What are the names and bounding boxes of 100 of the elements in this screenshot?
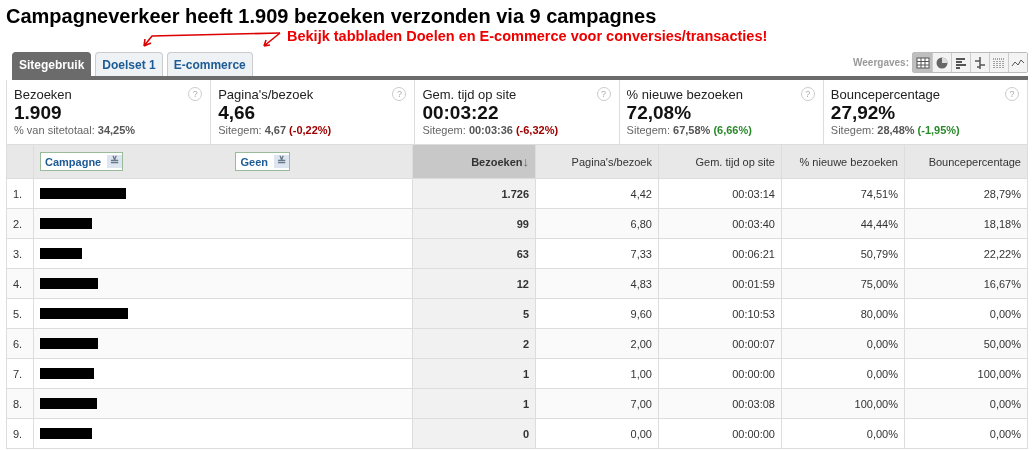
table-cell: 2 [412,328,536,359]
table-cell: 1 [412,388,536,419]
table-cell: 80,00% [781,298,905,329]
column-header[interactable]: % nieuwe bezoeken [781,144,905,179]
table-cell: 22,22% [904,238,1028,269]
metric-label: Bouncepercentage [830,87,940,102]
redacted-bar [40,218,92,229]
annotation-text: Bekijk tabbladen Doelen en E-commerce voor conversies/transacties! [287,28,768,44]
metric-note: Sitegem: 67,58% [626,124,711,136]
metric-value: 1.909 [14,102,63,124]
metric-value: 72,08% [626,102,693,124]
table-cell: 0,00% [781,358,905,389]
metric-change: (-0,22%) [289,124,332,136]
table-cell: 0 [412,418,536,449]
row-number: 7. [6,358,34,389]
table-cell: 63 [412,238,536,269]
metric-value: 27,92% [830,102,897,124]
redacted-bar [40,278,98,289]
table-cell: 0,00% [781,328,905,359]
table-cell: 50,00% [904,328,1028,359]
table-cell: 7,00 [535,388,659,419]
table-cell: 100,00% [781,388,905,419]
row-number: 2. [6,208,34,239]
table-cell: 00:01:59 [658,268,782,299]
row-number: 1. [6,178,34,209]
table-cell: 74,51% [781,178,905,209]
table-cell: 0,00% [904,418,1028,449]
redacted-bar [40,428,92,439]
views-label: Weergaves: [853,57,909,68]
redacted-bar [40,248,82,259]
table-cell: 00:03:08 [658,388,782,419]
table-cell: 75,00% [781,268,905,299]
metric-value: 4,66 [218,102,257,124]
pie-chart-icon [935,56,949,69]
compare-view-button[interactable] [970,53,989,72]
table-cell: 12 [412,268,536,299]
table-cell: 50,79% [781,238,905,269]
table-cell: 1.726 [412,178,536,209]
metric-label: Bezoeken [14,87,72,102]
metric-label: % nieuwe bezoeken [626,87,743,102]
table-cell: 100,00% [904,358,1028,389]
table-cell: 0,00% [904,388,1028,419]
column-header[interactable]: Bouncepercentage [904,144,1028,179]
row-number: 4. [6,268,34,299]
metric-note: % van sitetotaal: 34,25% [14,124,136,136]
metric-change: (-6,32%) [515,124,559,136]
table-cell: 00:03:40 [658,208,782,239]
table-cell: 28,79% [904,178,1028,209]
table-cell: 4,83 [535,268,659,299]
columns-icon [992,56,1006,69]
pie-view-button[interactable] [932,53,951,72]
table-cell: 00:06:21 [658,238,782,269]
table-cell: 5 [412,298,536,329]
metric-label: Gem. tijd op site [422,87,517,102]
redacted-bar [40,398,97,409]
table-cell: 00:00:00 [658,418,782,449]
tab[interactable]: Doelset 1 [95,52,163,76]
table-cell: 99 [412,208,536,239]
trend-view-button[interactable] [1008,53,1027,72]
table-cell: 1,00 [535,358,659,389]
table-cell: 4,42 [535,178,659,209]
column-header[interactable]: Gem. tijd op site [658,144,782,179]
metric-note: Sitegem: 28,48% [830,124,915,136]
row-number: 5. [6,298,34,329]
metric-label: Pagina's/bezoek [218,87,314,102]
tab[interactable]: E-commerce [166,52,253,76]
row-number: 8. [6,388,34,419]
table-cell: 00:00:00 [658,358,782,389]
table-cell: 0,00 [535,418,659,449]
table-cell: 00:10:53 [658,298,782,329]
column-header[interactable]: Bezoeken↓ [412,144,536,179]
table-view-button[interactable] [913,53,932,72]
table-cell: 9,60 [535,298,659,329]
bars-view-button[interactable] [951,53,970,72]
table-cell: 00:00:07 [658,328,782,359]
bar-chart-icon [954,56,968,69]
row-number: 3. [6,238,34,269]
table-cell: 0,00% [904,298,1028,329]
page-title: Campagneverkeer heeft 1.909 bezoeken verzonden via 9 campagnes [5,4,658,28]
table-cell: 44,44% [781,208,905,239]
table-cell: 1 [412,358,536,389]
row-number: 6. [6,328,34,359]
metric-note: Sitegem: 00:03:36 [422,124,513,136]
redacted-bar [40,368,94,379]
table-cell: 16,67% [904,268,1028,299]
row-number: 9. [6,418,34,449]
metric-change: (6,66%) [713,124,752,136]
table-cell: 6,80 [535,208,659,239]
column-header[interactable]: Pagina's/bezoek [535,144,659,179]
comparison-icon [973,56,987,69]
table-cell: 00:03:14 [658,178,782,209]
metric-note: Sitegem: 4,67 [218,124,287,136]
tab[interactable]: Sitegebruik [12,52,92,76]
table-cell: 2,00 [535,328,659,359]
dimension-dropdown[interactable]: Geen ≚ [235,152,290,171]
redacted-bar [40,338,98,349]
table-cell: 18,18% [904,208,1028,239]
dimension-dropdown[interactable]: Campagne ≚ [40,152,124,171]
table-cell: 7,33 [535,238,659,269]
metric-value: 00:03:22 [422,102,500,124]
